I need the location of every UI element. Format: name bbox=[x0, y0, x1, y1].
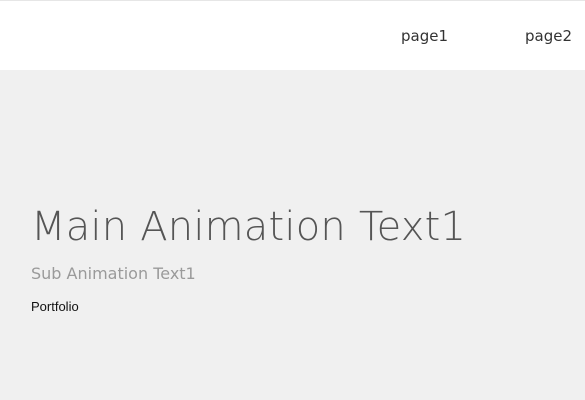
nav-link-page2[interactable]: page2 bbox=[525, 26, 572, 46]
portfolio-link[interactable]: Portfolio bbox=[31, 299, 79, 315]
top-navigation-bar: page1 page2 bbox=[0, 0, 585, 70]
hero-section: Main Animation Text1 Sub Animation Text1… bbox=[0, 70, 585, 400]
main-animation-title: Main Animation Text1 bbox=[31, 204, 467, 250]
nav-link-page1[interactable]: page1 bbox=[401, 26, 448, 46]
sub-animation-title: Sub Animation Text1 bbox=[31, 264, 196, 283]
